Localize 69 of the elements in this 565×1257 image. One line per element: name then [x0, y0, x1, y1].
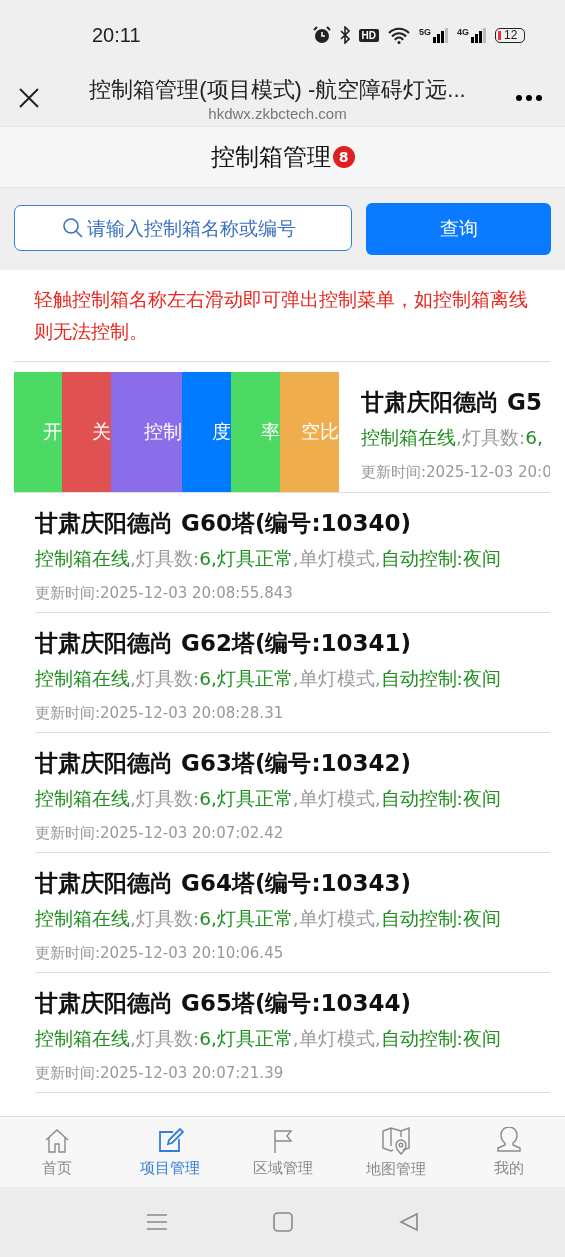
- box-title[interactable]: 甘肃庆阳德尚 G64塔(编号:10343): [35, 868, 412, 899]
- hd-icon: HD: [358, 28, 379, 42]
- status-text: ,灯具数:: [130, 548, 200, 569]
- page-url: hkdwx.zkbctech.com: [208, 104, 347, 122]
- status-text: 6,: [525, 427, 543, 448]
- status-text: 控制箱在线: [35, 1028, 130, 1049]
- box-title[interactable]: 甘肃庆阳德尚 G63塔(编号:10342): [35, 748, 412, 779]
- update-time: 更新时间:2025-12-03 20:07:21.39: [35, 1064, 284, 1083]
- status-text: 自动控制:夜间: [380, 548, 501, 569]
- search-field[interactable]: 请输入控制箱名称或编号: [14, 205, 352, 251]
- clock-time: 20:11: [92, 23, 142, 47]
- status-text: 自动控制:夜间: [380, 668, 501, 689]
- status-text: 控制箱在线: [35, 788, 130, 809]
- update-time: 更新时间:2025-12-03 20:07:02.42: [35, 824, 284, 843]
- status-text: ,单灯模式,: [292, 788, 381, 809]
- status-text: 6,灯具正常: [199, 548, 293, 569]
- back-button[interactable]: [398, 1212, 419, 1232]
- status-text: 控制箱在线: [35, 668, 130, 689]
- count-badge: 8: [332, 146, 355, 168]
- box-title[interactable]: 甘肃庆阳德尚 G65塔(编号:10344): [35, 988, 412, 1019]
- page-title: 控制箱管理(项目模式) -航空障碍灯远...: [89, 75, 466, 104]
- more-button[interactable]: [515, 94, 543, 102]
- status-text: ,灯具数:: [456, 427, 526, 448]
- tab[interactable]: 首页: [0, 1117, 113, 1187]
- status-text: ,灯具数:: [130, 1028, 200, 1049]
- status-text: ,灯具数:: [130, 788, 200, 809]
- status-text: 自动控制:夜间: [380, 1028, 501, 1049]
- action-button[interactable]: 控制: [111, 372, 182, 492]
- update-time: 更新时间:2025-12-03 20:0: [361, 463, 550, 482]
- status-text: 6,灯具正常: [199, 788, 293, 809]
- close-button[interactable]: [18, 87, 40, 109]
- update-time: 更新时间:2025-12-03 20:10:06.45: [35, 944, 284, 963]
- status-text: ,灯具数:: [130, 668, 200, 689]
- notice-text: 轻触控制箱名称左右滑动即可弹出控制菜单，如控制箱离线则无法控制。: [14, 270, 550, 362]
- status-text: 控制箱在线: [361, 427, 456, 448]
- status-text: 6,灯具正常: [199, 908, 293, 929]
- action-button[interactable]: 关: [62, 372, 111, 492]
- tab[interactable]: 项目管理: [113, 1117, 226, 1187]
- tab[interactable]: 区域管理: [226, 1117, 339, 1187]
- box-title[interactable]: 甘肃庆阳德尚 G60塔(编号:10340): [35, 508, 412, 539]
- status-text: 自动控制:夜间: [380, 788, 501, 809]
- box-title[interactable]: 甘肃庆阳德尚 G5: [361, 387, 542, 418]
- bluetooth-icon: [339, 26, 350, 44]
- status-text: 控制箱在线: [35, 548, 130, 569]
- tab[interactable]: 我的: [452, 1117, 565, 1187]
- status-text: 控制箱在线: [35, 908, 130, 929]
- search-icon: [62, 217, 84, 239]
- status-text: ,灯具数:: [130, 908, 200, 929]
- header-title: 控制箱管理: [210, 142, 331, 173]
- user-icon: [494, 1126, 523, 1155]
- status-text: 6,灯具正常: [199, 1028, 293, 1049]
- map-icon: [380, 1125, 411, 1156]
- update-time: 更新时间:2025-12-03 20:08:28.31: [35, 704, 284, 723]
- status-text: ,单灯模式,: [292, 908, 381, 929]
- home-button[interactable]: [272, 1212, 293, 1232]
- search-button[interactable]: 查询: [366, 203, 551, 255]
- action-button[interactable]: 度: [182, 372, 231, 492]
- status-text: ,单灯模式,: [292, 548, 381, 569]
- status-text: 自动控制:夜间: [380, 908, 501, 929]
- status-text: 6,灯具正常: [199, 668, 293, 689]
- alarm-icon: [312, 26, 331, 44]
- tab[interactable]: 地图管理: [339, 1117, 452, 1187]
- status-text: ,单灯模式,: [292, 1028, 381, 1049]
- box-title[interactable]: 甘肃庆阳德尚 G62塔(编号:10341): [35, 628, 412, 659]
- wifi-icon: [387, 26, 410, 44]
- update-time: 更新时间:2025-12-03 20:08:55.843: [35, 584, 293, 603]
- battery-icon: 12: [495, 27, 525, 43]
- status-text: ,单灯模式,: [292, 668, 381, 689]
- menu-button[interactable]: [146, 1213, 167, 1231]
